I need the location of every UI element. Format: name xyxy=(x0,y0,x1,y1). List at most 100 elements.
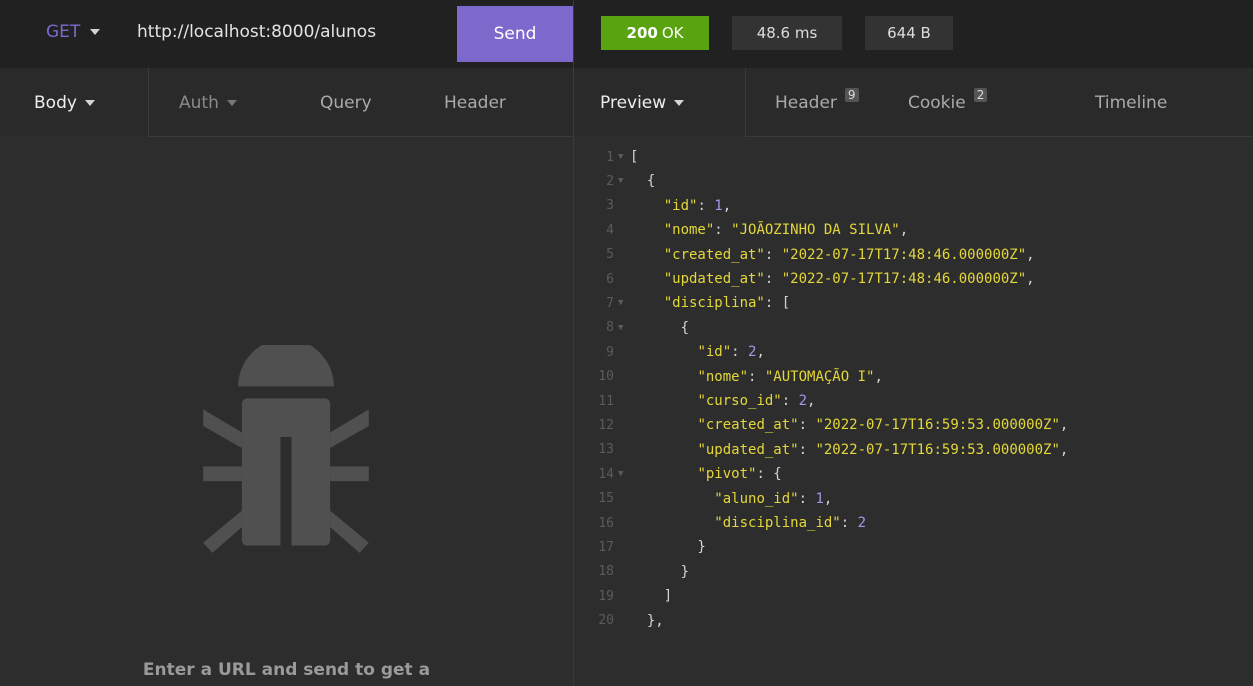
url-input[interactable]: http://localhost:8000/alunos xyxy=(137,22,376,42)
line-number: 15 xyxy=(598,491,614,507)
line-number: 1 xyxy=(606,149,614,165)
code-text: [ xyxy=(630,149,639,165)
method-label: GET xyxy=(46,22,81,42)
code-line: 15 "aluno_id": 1, xyxy=(574,487,1253,511)
line-number: 14 xyxy=(598,466,614,482)
chevron-down-icon xyxy=(90,29,101,35)
tab-body-label: Body xyxy=(34,92,77,113)
code-text: "aluno_id": 1, xyxy=(714,490,833,507)
line-number: 19 xyxy=(598,588,614,604)
code-line: 5 "created_at": "2022-07-17T17:48:46.000… xyxy=(574,243,1253,267)
chevron-down-icon xyxy=(674,99,685,106)
code-text: "disciplina_id": 2 xyxy=(714,515,867,531)
tab-query-label: Query xyxy=(320,92,372,113)
tab-query[interactable]: Query xyxy=(320,68,372,137)
tab-divider xyxy=(148,68,149,137)
tab-response-header[interactable]: Header 9 xyxy=(775,68,859,137)
url-bar: GET http://localhost:8000/alunos Send xyxy=(0,0,573,68)
method-dropdown[interactable]: GET xyxy=(46,22,101,42)
code-line: 17 } xyxy=(574,535,1253,559)
line-number: 13 xyxy=(598,442,614,458)
tab-divider xyxy=(745,68,746,137)
code-line: 2 ▼ { xyxy=(574,169,1253,193)
line-number: 4 xyxy=(606,222,614,238)
line-number: 9 xyxy=(606,344,614,360)
line-number: 8 xyxy=(606,320,614,336)
line-number: 18 xyxy=(598,564,614,580)
line-number: 11 xyxy=(598,393,614,409)
code-text: } xyxy=(630,539,706,556)
line-number: 6 xyxy=(606,271,614,287)
status-code: 200 xyxy=(626,24,658,42)
code-line: 6 "updated_at": "2022-07-17T17:48:46.000… xyxy=(574,267,1253,291)
code-line: 10 "nome": "AUTOMAÇÃO I", xyxy=(574,365,1253,389)
line-number: 5 xyxy=(606,247,614,263)
code-text: "created_at": "2022-07-17T17:48:46.00000… xyxy=(663,246,1035,263)
tab-timeline-label: Timeline xyxy=(1095,92,1168,113)
count-badge: 9 xyxy=(844,87,859,102)
code-text: }, xyxy=(630,612,664,629)
send-button[interactable]: Send xyxy=(457,6,573,62)
chevron-down-icon xyxy=(226,99,237,106)
code-line: 19 ] xyxy=(574,584,1253,608)
code-text: "nome": "AUTOMAÇÃO I", xyxy=(697,368,883,385)
code-line: 9 "id": 2, xyxy=(574,340,1253,364)
tab-header-label: Header xyxy=(444,92,506,113)
code-text: } xyxy=(630,563,690,580)
code-line: 12 "created_at": "2022-07-17T16:59:53.00… xyxy=(574,413,1253,437)
status-badge: 200 OK xyxy=(601,16,709,50)
tab-timeline[interactable]: Timeline xyxy=(1095,68,1167,137)
tab-auth[interactable]: Auth xyxy=(179,68,237,137)
tab-response-header-label: Header xyxy=(775,92,837,113)
response-preview: 1 ▼[2 ▼ {3 "id": 1, 4 "nome": "JOÃOZINHO DA… xyxy=(574,137,1253,686)
line-number: 3 xyxy=(606,198,614,214)
code-text: { xyxy=(630,173,656,190)
line-number: 16 xyxy=(598,515,614,531)
code-text: "id": 2, xyxy=(697,344,765,361)
tab-cookie[interactable]: Cookie 2 xyxy=(908,68,988,137)
code-text: { xyxy=(630,319,690,336)
code-line: 4 "nome": "JOÃOZINHO DA SILVA", xyxy=(574,218,1253,242)
code-line: 18 } xyxy=(574,560,1253,584)
code-line: 1 ▼[ xyxy=(574,145,1253,169)
tab-body[interactable]: Body xyxy=(34,68,95,137)
code-line: 13 "updated_at": "2022-07-17T16:59:53.00… xyxy=(574,438,1253,462)
tab-cookie-label: Cookie xyxy=(908,92,966,113)
bug-icon xyxy=(203,345,369,553)
code-text: "updated_at": "2022-07-17T17:48:46.00000… xyxy=(663,271,1035,287)
empty-hint: Enter a URL and send to get a xyxy=(142,660,431,680)
tab-header[interactable]: Header xyxy=(444,68,506,137)
fold-icon[interactable]: ▼ xyxy=(618,323,630,333)
code-text: ] xyxy=(630,588,673,605)
line-number: 20 xyxy=(598,613,614,629)
tab-preview[interactable]: Preview xyxy=(600,68,685,137)
fold-icon[interactable]: ▼ xyxy=(618,298,630,308)
fold-icon[interactable]: ▼ xyxy=(618,152,630,162)
line-number: 17 xyxy=(598,539,614,555)
fold-icon[interactable]: ▼ xyxy=(618,469,630,479)
line-number: 12 xyxy=(598,417,614,433)
code-text: "pivot": { xyxy=(697,466,782,483)
code-text: "updated_at": "2022-07-17T16:59:53.00000… xyxy=(697,441,1069,458)
code-line: 11 "curso_id": 2, xyxy=(574,389,1253,413)
response-size: 644 B xyxy=(865,16,953,50)
line-number: 7 xyxy=(606,295,614,311)
code-text: "disciplina": [ xyxy=(663,295,791,312)
code-line: 7 ▼ "disciplina": [ xyxy=(574,291,1253,315)
code-line: 14 ▼ "pivot": { xyxy=(574,462,1253,486)
code-text: "curso_id": 2, xyxy=(697,393,816,409)
code-text: "id": 1, xyxy=(663,197,732,214)
tab-auth-label: Auth xyxy=(179,92,219,113)
line-number: 10 xyxy=(598,369,614,385)
fold-icon[interactable]: ▼ xyxy=(618,176,630,186)
line-number: 2 xyxy=(606,173,614,189)
code-line: 3 "id": 1, xyxy=(574,194,1253,218)
code-text: "created_at": "2022-07-17T16:59:53.00000… xyxy=(697,417,1069,434)
code-line: 8 ▼ { xyxy=(574,316,1253,340)
code-text: "nome": "JOÃOZINHO DA SILVA", xyxy=(663,222,909,239)
response-time: 48.6 ms xyxy=(732,16,842,50)
chevron-down-icon xyxy=(84,99,95,106)
status-text: OK xyxy=(661,24,684,42)
code-line: 20 }, xyxy=(574,609,1253,633)
code-line: 16 "disciplina_id": 2 xyxy=(574,511,1253,535)
